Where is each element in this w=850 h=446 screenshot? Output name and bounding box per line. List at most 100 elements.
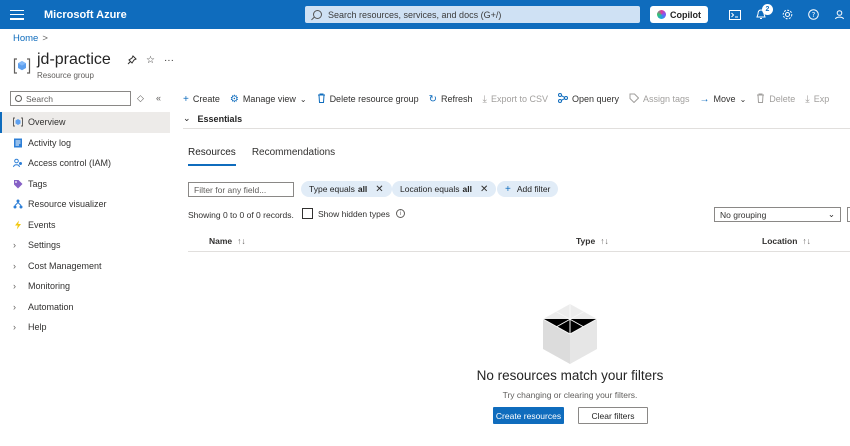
move-button[interactable]: → Move ⌄ bbox=[700, 94, 747, 105]
show-hidden-types-label: Show hidden types bbox=[318, 208, 390, 219]
sidebar-item-label: Settings bbox=[28, 240, 61, 251]
export-csv-label: Export to CSV bbox=[490, 94, 548, 104]
sidebar-item-tags[interactable]: Tags bbox=[0, 174, 170, 195]
assign-tags-button[interactable]: Assign tags bbox=[629, 93, 690, 106]
tab-recommendations[interactable]: Recommendations bbox=[252, 147, 335, 166]
clear-filters-button[interactable]: Clear filters bbox=[578, 407, 648, 424]
sidebar-item-activity-log[interactable]: Activity log bbox=[0, 133, 170, 154]
sidebar-item-label: Tags bbox=[28, 178, 48, 189]
column-label: Location bbox=[762, 236, 798, 246]
sidebar-item-resource-visualizer[interactable]: Resource visualizer bbox=[0, 194, 170, 215]
filter-input[interactable]: Filter for any field... bbox=[188, 182, 294, 197]
portal-brand[interactable]: Microsoft Azure bbox=[44, 9, 127, 21]
essentials-label: Essentials bbox=[197, 113, 243, 124]
gear-icon: ⚙ bbox=[229, 93, 239, 105]
sidebar-item-settings[interactable]: › Settings bbox=[0, 235, 170, 256]
feedback-icon[interactable] bbox=[826, 0, 850, 29]
refresh-button[interactable]: ↻ Refresh bbox=[429, 94, 473, 105]
sidebar-search-input[interactable]: Search bbox=[10, 91, 131, 106]
delete-label: Delete bbox=[769, 94, 796, 104]
sidebar-item-help[interactable]: › Help bbox=[0, 317, 170, 338]
sidebar-item-cost-management[interactable]: › Cost Management bbox=[0, 256, 170, 277]
column-label: Type bbox=[576, 236, 596, 246]
refresh-icon: ↻ bbox=[428, 93, 438, 105]
copilot-button[interactable]: Copilot bbox=[650, 6, 708, 23]
pin-icon[interactable] bbox=[127, 55, 137, 68]
sidebar-item-monitoring[interactable]: › Monitoring bbox=[0, 276, 170, 297]
plus-icon: + bbox=[183, 93, 189, 105]
collapse-sidebar-icon[interactable]: « bbox=[156, 93, 161, 103]
add-filter-button[interactable]: + Add filter bbox=[497, 181, 559, 197]
sidebar-item-automation[interactable]: › Automation bbox=[0, 297, 170, 318]
records-summary: Showing 0 to 0 of 0 records. bbox=[188, 210, 294, 220]
close-icon[interactable]: ✕ bbox=[375, 184, 383, 195]
tag-icon bbox=[13, 179, 23, 189]
close-icon[interactable]: ✕ bbox=[480, 184, 488, 195]
delete-resource-group-button[interactable]: Delete resource group bbox=[317, 93, 419, 106]
export-csv-button[interactable]: ⤓ Export to CSV bbox=[483, 94, 548, 105]
settings-icon[interactable] bbox=[774, 0, 800, 29]
notification-badge: 2 bbox=[762, 4, 773, 15]
essentials-toggle[interactable]: ⌄ Essentials bbox=[183, 113, 242, 124]
export-label: Exp bbox=[813, 94, 830, 104]
breadcrumb-separator: > bbox=[42, 33, 48, 44]
notifications-icon[interactable]: 2 bbox=[748, 0, 774, 29]
chevron-down-icon: ⌄ bbox=[739, 94, 747, 104]
sidebar-nav: Overview Activity log Access control (IA… bbox=[0, 112, 170, 338]
sidebar-item-label: Help bbox=[28, 322, 47, 333]
chevron-down-icon: ⌄ bbox=[299, 94, 307, 104]
events-icon bbox=[13, 220, 23, 230]
search-icon bbox=[313, 10, 322, 19]
iam-icon bbox=[13, 158, 23, 168]
export-button[interactable]: ⤓ Exp bbox=[805, 94, 829, 105]
column-header-name[interactable]: Name ↑↓ bbox=[209, 236, 246, 246]
create-resources-button[interactable]: Create resources bbox=[493, 407, 564, 424]
global-search-input[interactable]: Search resources, services, and docs (G+… bbox=[305, 6, 640, 23]
filter-placeholder: Filter for any field... bbox=[194, 184, 267, 195]
location-filter-value: all bbox=[462, 184, 472, 194]
column-header-location[interactable]: Location ↑↓ bbox=[762, 236, 811, 246]
chevron-right-icon: › bbox=[13, 322, 16, 333]
assign-tags-label: Assign tags bbox=[643, 94, 690, 104]
breadcrumb-home[interactable]: Home bbox=[13, 33, 38, 44]
info-icon[interactable]: i bbox=[395, 209, 405, 218]
show-hidden-types-checkbox[interactable]: Show hidden types i bbox=[302, 208, 405, 219]
location-filter-pill[interactable]: Location equals all ✕ bbox=[392, 181, 497, 197]
sidebar-search-placeholder: Search bbox=[26, 93, 53, 104]
menu-icon[interactable] bbox=[10, 9, 24, 20]
query-icon bbox=[557, 92, 568, 106]
type-filter-pill[interactable]: Type equals all ✕ bbox=[301, 181, 392, 197]
sidebar-item-label: Events bbox=[28, 219, 56, 230]
sidebar-item-label: Monitoring bbox=[28, 281, 71, 292]
copilot-label: Copilot bbox=[670, 9, 701, 20]
resource-group-icon bbox=[13, 58, 31, 74]
empty-state-subtitle: Try changing or clearing your filters. bbox=[502, 390, 638, 400]
trash-icon bbox=[756, 93, 765, 106]
tab-resources[interactable]: Resources bbox=[188, 147, 236, 166]
add-filter-label: Add filter bbox=[516, 184, 551, 194]
tag-icon bbox=[629, 93, 640, 106]
copilot-icon bbox=[657, 10, 666, 19]
more-options-icon[interactable]: ··· bbox=[164, 55, 174, 68]
svg-text:?: ? bbox=[811, 11, 815, 19]
chevron-down-icon: ⌄ bbox=[183, 113, 191, 123]
grouping-select[interactable]: No grouping ⌄ bbox=[714, 207, 841, 222]
sidebar-item-events[interactable]: Events bbox=[0, 215, 170, 236]
overview-icon bbox=[13, 117, 23, 127]
activity-log-icon bbox=[13, 138, 23, 148]
sort-icon: ↑↓ bbox=[802, 236, 811, 246]
sidebar-expand-icon[interactable]: ◇ bbox=[137, 93, 144, 104]
manage-view-button[interactable]: ⚙ Manage view ⌄ bbox=[230, 94, 307, 105]
delete-button[interactable]: Delete bbox=[756, 93, 795, 106]
favorite-star-icon[interactable]: ☆ bbox=[146, 55, 155, 68]
type-filter-value: all bbox=[357, 184, 368, 194]
column-header-type[interactable]: Type ↑↓ bbox=[576, 236, 609, 246]
cloud-shell-icon[interactable] bbox=[722, 0, 748, 29]
checkbox[interactable] bbox=[302, 208, 313, 219]
open-query-button[interactable]: Open query bbox=[557, 92, 619, 106]
global-search-placeholder: Search resources, services, and docs (G+… bbox=[328, 9, 502, 20]
create-button[interactable]: + Create bbox=[183, 94, 220, 105]
sidebar-item-overview[interactable]: Overview bbox=[0, 112, 170, 133]
help-icon[interactable]: ? bbox=[800, 0, 826, 29]
sidebar-item-access-control[interactable]: Access control (IAM) bbox=[0, 153, 170, 174]
